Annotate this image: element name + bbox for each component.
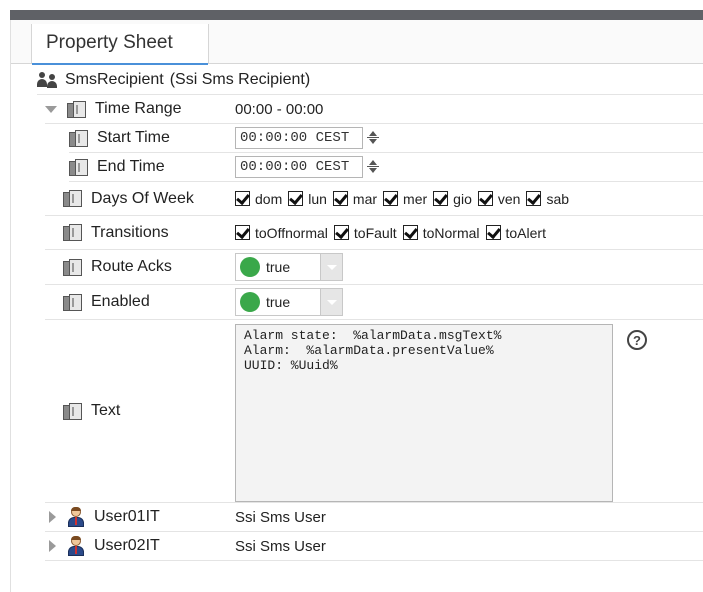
property-label: Transitions [91,223,169,241]
slot-icon [63,258,83,276]
root-type: (Ssi Sms Recipient) [169,70,311,88]
property-label: Route Acks [91,258,172,275]
transition-checkbox[interactable]: toOffnormal [235,225,328,241]
message-text-area[interactable]: Alarm state: %alarmData.msgText% Alarm: … [235,324,613,502]
property-row-route-acks[interactable]: Route Acks true [45,250,703,285]
transition-checkbox[interactable]: toFault [333,225,397,241]
expand-down-icon[interactable] [45,105,57,113]
property-label: Start Time [97,129,170,146]
property-row-text[interactable]: Text Alarm state: %alarmData.msgText% Al… [45,320,703,503]
end-time-field[interactable]: 00:00:00 CEST [235,156,363,178]
property-label: Text [91,402,121,419]
day-checkbox[interactable]: mar [332,191,377,207]
slot-icon [63,190,83,207]
spinner-icon[interactable] [367,129,379,147]
day-checkbox[interactable]: dom [235,191,282,207]
property-sheet-panel: Property Sheet SmsRecipient (Ssi Sms Rec… [10,20,703,592]
property-label: Time Range [95,100,182,117]
enabled-select[interactable]: true [235,288,343,316]
property-row-transitions[interactable]: Transitions toOffnormal toFault toNormal… [45,216,703,250]
checkbox-checked-icon[interactable] [235,191,250,206]
user-name: User01IT [94,508,160,525]
day-checkbox[interactable]: ven [477,191,520,207]
tab-bar: Property Sheet [11,20,703,65]
slot-icon [63,293,83,311]
checkbox-checked-icon[interactable] [383,191,399,206]
property-label: Days Of Week [91,189,194,207]
status-true-icon [240,257,260,277]
expand-right-icon[interactable] [49,511,56,523]
day-checkbox[interactable]: mer [383,191,427,207]
root-name: SmsRecipient [65,70,164,88]
checkbox-checked-icon[interactable] [433,191,449,206]
user-type: Ssi Sms User [235,537,326,555]
transition-checkbox[interactable]: toAlert [485,225,546,241]
property-row-user[interactable]: User01IT Ssi Sms User [45,503,703,532]
property-label: Enabled [91,293,150,310]
spinner-icon[interactable] [367,158,379,176]
slot-icon [67,100,87,118]
property-row-start-time[interactable]: Start Time 00:00:00 CEST [69,124,703,153]
days-checkbox-group: dom lun mar mer gio ven sab [235,191,575,207]
day-checkbox[interactable]: sab [526,191,569,207]
chevron-down-icon[interactable] [320,254,342,280]
tab-property-sheet[interactable]: Property Sheet [31,24,209,65]
checkbox-checked-icon[interactable] [477,191,493,206]
root-component-row[interactable]: SmsRecipient (Ssi Sms Recipient) [37,65,703,95]
slot-icon [63,402,83,420]
expand-right-icon[interactable] [49,540,56,552]
checkbox-checked-icon[interactable] [485,225,501,240]
start-time-field[interactable]: 00:00:00 CEST [235,127,363,149]
slot-icon [63,224,83,241]
recipient-group-icon [37,71,59,88]
user-type: Ssi Sms User [235,508,326,526]
user-icon [66,507,86,527]
property-row-enabled[interactable]: Enabled true [45,285,703,320]
checkbox-checked-icon[interactable] [402,225,418,240]
checkbox-checked-icon[interactable] [332,191,348,206]
checkbox-checked-icon[interactable] [288,191,304,206]
slot-icon [69,129,89,147]
user-name: User02IT [94,537,160,554]
help-icon[interactable]: ? [627,330,647,350]
property-row-time-range[interactable]: Time Range 00:00 - 00:00 [45,95,703,124]
property-label: End Time [97,158,165,175]
route-acks-select[interactable]: true [235,253,343,281]
status-true-icon [240,292,260,312]
property-row-days-of-week[interactable]: Days Of Week dom lun mar mer gio ven sab [45,182,703,216]
transition-checkbox[interactable]: toNormal [402,225,480,241]
time-range-value: 00:00 - 00:00 [235,100,324,118]
checkbox-checked-icon[interactable] [333,225,349,240]
chevron-down-icon[interactable] [320,289,342,315]
checkbox-checked-icon[interactable] [526,191,542,206]
checkbox-checked-icon[interactable] [235,225,250,240]
slot-icon [69,158,89,176]
window-top-bar [10,10,703,20]
day-checkbox[interactable]: gio [433,191,472,207]
property-row-user[interactable]: User02IT Ssi Sms User [45,532,703,561]
user-icon [66,536,86,556]
transitions-checkbox-group: toOffnormal toFault toNormal toAlert [235,225,552,241]
property-row-end-time[interactable]: End Time 00:00:00 CEST [69,153,703,182]
day-checkbox[interactable]: lun [288,191,327,207]
